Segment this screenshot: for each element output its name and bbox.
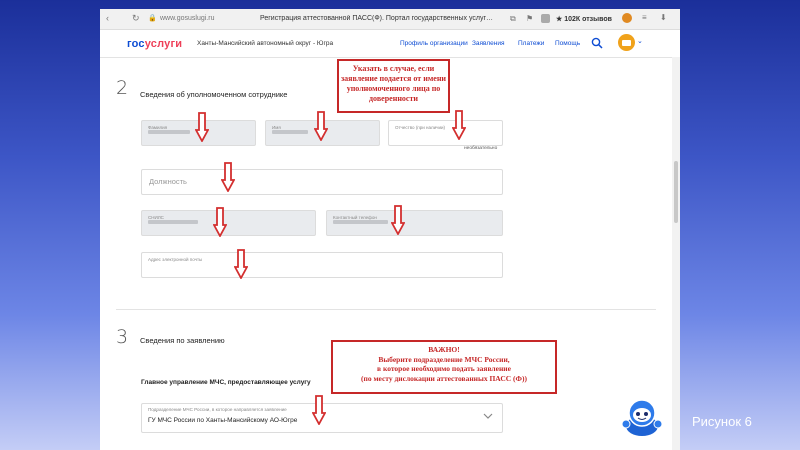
gosuslugi-logo[interactable]: госуслуги bbox=[127, 38, 182, 50]
reviews-badge[interactable]: ★ 102К отзывов bbox=[556, 15, 612, 23]
section-3-number: 3 bbox=[116, 326, 129, 348]
annotation-line-2: в которое необходимо подать заявление bbox=[377, 364, 511, 373]
snils-field[interactable]: СНИЛС bbox=[141, 210, 316, 236]
red-arrow-down-icon bbox=[452, 110, 466, 140]
mchs-unit-select-label: Подразделение МЧС России, в которое напр… bbox=[148, 407, 287, 412]
red-arrow-down-icon bbox=[314, 111, 328, 141]
tab-title: Регистрация аттестованной ПАСС(Ф). Порта… bbox=[260, 15, 494, 22]
red-arrow-down-icon bbox=[195, 112, 209, 142]
red-arrow-down-icon bbox=[234, 249, 248, 279]
section-3-annotation: ВАЖНО! Выберите подразделение МЧС России… bbox=[331, 340, 557, 394]
reload-icon[interactable]: ↻ bbox=[132, 13, 140, 24]
section-divider bbox=[116, 309, 656, 310]
extension-icon[interactable] bbox=[541, 14, 550, 23]
optional-note: необязательно bbox=[464, 146, 498, 151]
red-arrow-down-icon bbox=[391, 205, 405, 235]
download-icon[interactable]: ⬇ bbox=[660, 13, 667, 22]
section-2-number: 2 bbox=[116, 77, 129, 99]
nav-help[interactable]: Помощь bbox=[555, 40, 580, 47]
bookmark-icon[interactable]: ⚑ bbox=[526, 14, 533, 23]
menu-icon[interactable]: ≡ bbox=[642, 13, 647, 22]
organization-avatar[interactable] bbox=[618, 34, 635, 51]
chevron-down-icon[interactable]: ⌄ bbox=[637, 37, 643, 45]
patronymic-label: Отчество (при наличии) bbox=[395, 125, 446, 130]
logo-part-1: гос bbox=[127, 38, 145, 50]
search-icon[interactable] bbox=[591, 37, 603, 49]
red-arrow-down-icon bbox=[213, 207, 227, 237]
figure-label: Рисунок 6 bbox=[692, 414, 752, 429]
red-arrow-down-icon bbox=[312, 395, 326, 425]
lock-icon: 🔒 bbox=[148, 15, 157, 22]
phone-field[interactable]: Контактный телефон bbox=[326, 210, 503, 236]
translate-icon[interactable]: ⧉ bbox=[510, 14, 516, 24]
red-arrow-down-icon bbox=[221, 162, 235, 192]
patronymic-field[interactable]: Отчество (при наличии) bbox=[388, 120, 503, 146]
nav-payments[interactable]: Платежи bbox=[518, 40, 544, 47]
mchs-subtitle: Главное управление МЧС, предоставляющее … bbox=[141, 379, 311, 386]
profile-extension-icon[interactable] bbox=[622, 13, 632, 23]
annotation-line-3: (по месту дислокации аттестованных ПАСС … bbox=[361, 373, 527, 383]
position-field[interactable]: Должность bbox=[141, 169, 503, 195]
chevron-down-icon bbox=[483, 413, 493, 419]
section-3-title: Сведения по заявлению bbox=[140, 336, 225, 345]
annotation-line-1: Выберите подразделение МЧС России, bbox=[378, 354, 510, 364]
site-header: госуслуги Ханты-Мансийский автономный ок… bbox=[100, 30, 680, 58]
browser-toolbar: ‹ ↻ 🔒 www.gosuslugi.ru Регистрация аттес… bbox=[100, 9, 680, 30]
nav-applications[interactable]: Заявления bbox=[472, 40, 505, 47]
nav-profile[interactable]: Профиль организации bbox=[400, 40, 468, 47]
last-name-redacted bbox=[148, 130, 190, 134]
email-field[interactable]: Адрес электронной почты bbox=[141, 252, 503, 278]
phone-redacted bbox=[333, 220, 388, 224]
browser-window: ‹ ↻ 🔒 www.gosuslugi.ru Регистрация аттес… bbox=[100, 9, 680, 450]
logo-part-2: услуги bbox=[144, 38, 183, 50]
annotation-heading: ВАЖНО! bbox=[428, 345, 460, 354]
region-selector[interactable]: Ханты-Мансийский автономный округ - Югра bbox=[197, 40, 333, 47]
url-text[interactable]: www.gosuslugi.ru bbox=[160, 15, 214, 22]
email-label: Адрес электронной почты bbox=[148, 257, 203, 262]
mchs-unit-select-value: ГУ МЧС России по Ханты-Мансийскому АО-Юг… bbox=[148, 417, 298, 424]
position-label: Должность bbox=[149, 177, 187, 186]
section-2-annotation: Указать в случае, если заявление подаетс… bbox=[337, 59, 450, 113]
back-icon[interactable]: ‹ bbox=[106, 13, 109, 23]
robot-mascot-icon bbox=[621, 399, 663, 436]
snils-redacted bbox=[148, 220, 198, 224]
first-name-redacted bbox=[272, 130, 308, 134]
section-2-title: Сведения об уполномоченном сотруднике bbox=[140, 90, 288, 99]
page-scrollbar[interactable] bbox=[672, 57, 680, 450]
